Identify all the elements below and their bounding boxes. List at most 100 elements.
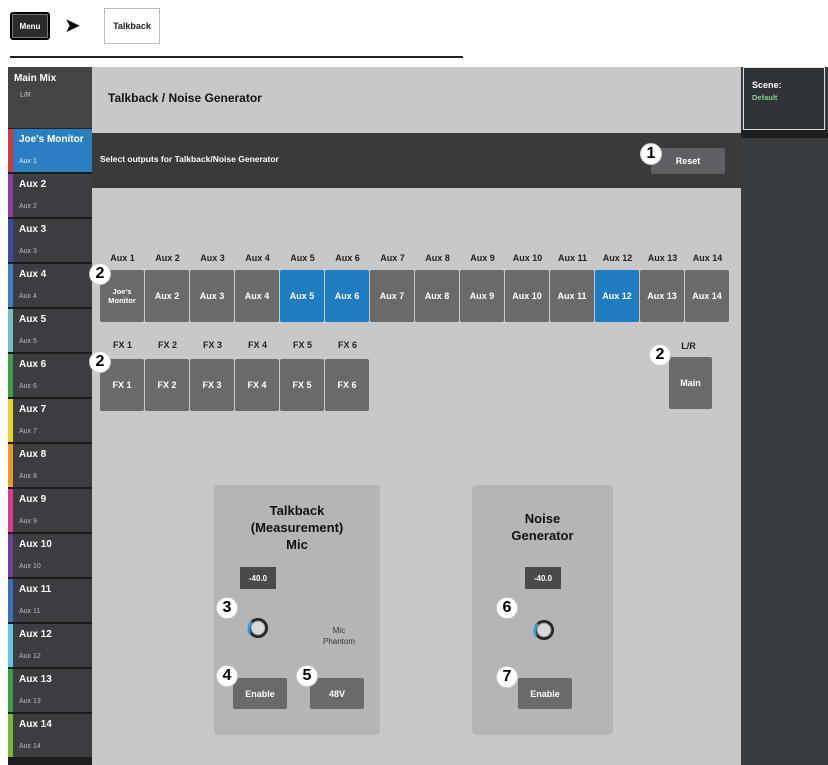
- main-mix-item[interactable]: Main Mix L/R: [8, 67, 92, 129]
- aux-output-button[interactable]: Aux 6: [325, 270, 369, 322]
- talkback-level-value: -40.0: [240, 567, 276, 589]
- fx-output-label: FX 1: [112, 340, 132, 350]
- channel-sub: Aux 9: [19, 518, 37, 525]
- noise-generator-panel: Noise Generator -40.0 Enable: [472, 485, 613, 735]
- aux-output-label: Aux 14: [692, 253, 723, 263]
- fx-output-button[interactable]: FX 2: [145, 359, 189, 411]
- right-divider: [741, 130, 828, 138]
- aux-output-button[interactable]: Aux 7: [370, 270, 414, 322]
- channel-name: Aux 7: [19, 404, 47, 415]
- channel-sub: Aux 1: [19, 158, 37, 165]
- aux-output-button[interactable]: Aux 12: [595, 270, 639, 322]
- scene-button[interactable]: Scene: Default: [743, 67, 825, 130]
- phantom-48v-button[interactable]: 48V: [310, 678, 364, 709]
- channel-sub: Aux 2: [19, 203, 37, 210]
- callout-4: 4: [216, 665, 238, 687]
- aux-output-label: Aux 9: [470, 253, 495, 263]
- sidebar-channel-item[interactable]: Aux 8 Aux 8: [8, 444, 92, 488]
- sidebar-channel-item[interactable]: Aux 5 Aux 5: [8, 309, 92, 353]
- channel-name: Aux 6: [19, 359, 47, 370]
- aux-output-button[interactable]: Aux 10: [505, 270, 549, 322]
- noise-title-2: Generator: [511, 528, 574, 543]
- sidebar-channel-item[interactable]: Aux 4 Aux 4: [8, 264, 92, 308]
- channel-color-stripe: [8, 444, 13, 487]
- aux-output-button[interactable]: Aux 11: [550, 270, 594, 322]
- noise-level-knob[interactable]: [533, 619, 555, 641]
- callout-2-aux: 2: [89, 263, 111, 285]
- aux-output-button[interactable]: Aux 5: [280, 270, 324, 322]
- fx-output-button[interactable]: FX 6: [325, 359, 369, 411]
- aux-output-label: Aux 11: [557, 253, 588, 263]
- sidebar-channel-item[interactable]: Aux 14 Aux 14: [8, 714, 92, 758]
- aux-output-label: Aux 7: [380, 253, 405, 263]
- callout-3: 3: [216, 597, 238, 619]
- main-mix-sub: L/R: [20, 92, 31, 99]
- sidebar-channel-item[interactable]: Aux 13 Aux 13: [8, 669, 92, 713]
- sidebar-channel-item[interactable]: Aux 10 Aux 10: [8, 534, 92, 578]
- reset-button[interactable]: Reset: [651, 148, 725, 174]
- callout-6: 6: [496, 597, 518, 619]
- callout-1: 1: [640, 143, 662, 165]
- main-output-button[interactable]: Main: [669, 357, 712, 409]
- right-panel: Scene: Default: [741, 67, 828, 765]
- aux-output-button[interactable]: Aux 2: [145, 270, 189, 322]
- sidebar-channel-item[interactable]: Aux 12 Aux 12: [8, 624, 92, 668]
- sidebar-channel-item[interactable]: Aux 2 Aux 2: [8, 174, 92, 218]
- menu-button[interactable]: Menu: [10, 12, 50, 40]
- fx-output-label: FX 3: [202, 340, 222, 350]
- channel-sub: Aux 5: [19, 338, 37, 345]
- aux-output-label: Aux 6: [335, 253, 360, 263]
- aux-output-label: Aux 3: [200, 253, 225, 263]
- channel-sub: Aux 14: [19, 743, 41, 750]
- channel-color-stripe: [8, 129, 13, 172]
- aux-output-button[interactable]: Aux 9: [460, 270, 504, 322]
- divider: [10, 56, 463, 58]
- callout-2-lr: 2: [649, 344, 671, 366]
- noise-title-1: Noise: [524, 511, 561, 526]
- channel-color-stripe: [8, 354, 13, 397]
- fx-output-button[interactable]: FX 4: [235, 359, 279, 411]
- fx-output-button[interactable]: FX 5: [280, 359, 324, 411]
- channel-name: Aux 12: [19, 629, 52, 640]
- channel-color-stripe: [8, 174, 13, 217]
- sidebar-channel-item[interactable]: Aux 3 Aux 3: [8, 219, 92, 263]
- channel-name: Aux 10: [19, 539, 52, 550]
- fx-output-label: FX 2: [157, 340, 177, 350]
- talkback-panel: Talkback (Measurement) Mic -40.0 Mic Pha…: [214, 485, 380, 735]
- channel-name: Aux 3: [19, 224, 47, 235]
- aux-output-label: Aux 10: [512, 253, 543, 263]
- channel-color-stripe: [8, 219, 13, 262]
- aux-output-button[interactable]: Aux 13: [640, 270, 684, 322]
- sidebar-channel-item[interactable]: Aux 9 Aux 9: [8, 489, 92, 533]
- channel-color-stripe: [8, 534, 13, 577]
- aux-output-label: Aux 5: [290, 253, 315, 263]
- talkback-level-knob[interactable]: [247, 617, 269, 639]
- channel-color-stripe: [8, 489, 13, 532]
- channel-sub: Aux 3: [19, 248, 37, 255]
- fx-output-label: FX 6: [337, 340, 357, 350]
- fx-output-button[interactable]: FX 3: [190, 359, 234, 411]
- talkback-main-area: Talkback / Noise Generator Select output…: [89, 67, 741, 765]
- sidebar-channel-item[interactable]: Aux 11 Aux 11: [8, 579, 92, 623]
- aux-output-label: Aux 13: [647, 253, 678, 263]
- sidebar-channel-item[interactable]: Aux 6 Aux 6: [8, 354, 92, 398]
- talkback-crumb-button[interactable]: Talkback: [104, 8, 160, 44]
- sidebar-channel-item[interactable]: Joe's Monitor Aux 1: [8, 129, 92, 173]
- callout-5: 5: [296, 665, 318, 687]
- arrow-right-icon: ➤: [64, 15, 81, 37]
- aux-output-label: Aux 2: [155, 253, 180, 263]
- main-mix-title: Main Mix: [14, 73, 57, 84]
- talkback-enable-button[interactable]: Enable: [233, 678, 287, 709]
- aux-output-button[interactable]: Aux 3: [190, 270, 234, 322]
- callout-2-fx: 2: [89, 351, 111, 373]
- mic-phantom-label-2: Phantom: [322, 637, 356, 646]
- aux-output-button[interactable]: Aux 14: [685, 270, 729, 322]
- channel-name: Aux 8: [19, 449, 47, 460]
- aux-output-button[interactable]: Aux 4: [235, 270, 279, 322]
- sidebar-channel-item[interactable]: Aux 7 Aux 7: [8, 399, 92, 443]
- aux-output-button[interactable]: Aux 8: [415, 270, 459, 322]
- channel-name: Aux 5: [19, 314, 47, 325]
- noise-enable-button[interactable]: Enable: [518, 678, 572, 709]
- channel-name: Joe's Monitor: [19, 134, 84, 145]
- channel-color-stripe: [8, 624, 13, 667]
